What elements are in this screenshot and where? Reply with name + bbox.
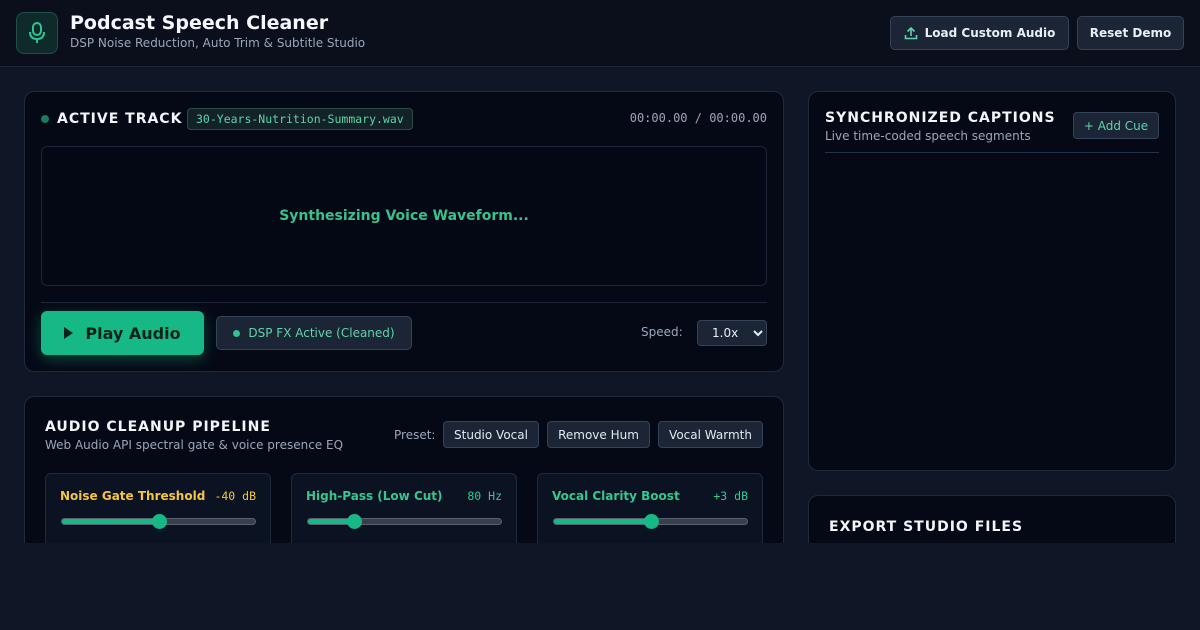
- noise-gate-slider-thumb[interactable]: [151, 514, 167, 529]
- noise-gate-slider[interactable]: [61, 514, 256, 529]
- export-title: EXPORT STUDIO FILES: [829, 519, 1024, 535]
- play-audio-label: Play Audio: [85, 323, 181, 343]
- export-studio-files-panel: EXPORT STUDIO FILES: [808, 495, 1176, 543]
- fx-status-dot: [233, 329, 241, 337]
- preset-vocal-warmth-button[interactable]: Vocal Warmth: [658, 421, 763, 448]
- vocal-clarity-label: Vocal Clarity Boost: [552, 489, 680, 503]
- waveform-canvas[interactable]: Synthesizing Voice Waveform...: [41, 146, 767, 286]
- captions-title: SYNCHRONIZED CAPTIONS: [825, 110, 1056, 126]
- audio-cleanup-pipeline-panel: AUDIO CLEANUP PIPELINE Web Audio API spe…: [24, 396, 784, 543]
- noise-gate-label: Noise Gate Threshold: [60, 489, 206, 503]
- app-logo: [16, 12, 58, 54]
- speed-label: Speed:: [641, 325, 683, 339]
- reset-demo-button[interactable]: Reset Demo: [1077, 16, 1184, 50]
- captions-subtitle: Live time-coded speech segments: [825, 129, 1031, 143]
- high-pass-label: High-Pass (Low Cut): [306, 489, 443, 503]
- captions-divider: [825, 152, 1159, 153]
- dsp-fx-label: DSP FX Active (Cleaned): [248, 326, 395, 340]
- vocal-clarity-slider-thumb[interactable]: [643, 514, 659, 529]
- microphone-icon: [29, 22, 45, 43]
- preset-label: Preset:: [394, 428, 436, 442]
- dsp-fx-toggle[interactable]: DSP FX Active (Cleaned): [216, 316, 412, 350]
- pipeline-subtitle: Web Audio API spectral gate & voice pres…: [45, 438, 344, 452]
- upload-icon: [904, 26, 917, 40]
- high-pass-slider[interactable]: [307, 514, 502, 529]
- vocal-clarity-control: Vocal Clarity Boost +3 dB: [537, 473, 763, 543]
- vocal-clarity-slider-fill: [554, 519, 651, 524]
- noise-gate-control: Noise Gate Threshold -40 dB: [45, 473, 271, 543]
- play-icon: [64, 327, 74, 339]
- noise-gate-value: -40 dB: [214, 489, 256, 503]
- app-header: Podcast Speech Cleaner DSP Noise Reducti…: [0, 0, 1200, 67]
- vocal-clarity-value: +3 dB: [713, 489, 748, 503]
- speed-select[interactable]: 1.0x: [697, 320, 767, 346]
- high-pass-value: 80 Hz: [467, 489, 502, 503]
- playback-time-readout: 00:00.00 / 00:00.00: [629, 111, 767, 125]
- noise-gate-slider-fill: [62, 519, 159, 524]
- track-filename-badge: 30-Years-Nutrition-Summary.wav: [187, 108, 413, 130]
- load-custom-audio-label: Load Custom Audio: [924, 26, 1056, 40]
- active-track-label: ACTIVE TRACK: [57, 111, 183, 127]
- pipeline-title: AUDIO CLEANUP PIPELINE: [45, 419, 271, 435]
- preset-studio-vocal-button[interactable]: Studio Vocal: [443, 421, 539, 448]
- track-divider: [41, 302, 767, 303]
- active-track-panel: ACTIVE TRACK 30-Years-Nutrition-Summary.…: [24, 91, 784, 372]
- high-pass-slider-thumb[interactable]: [347, 514, 363, 529]
- add-cue-button[interactable]: + Add Cue: [1073, 112, 1159, 139]
- waveform-status-text: Synthesizing Voice Waveform...: [279, 208, 529, 224]
- track-status-dot: [41, 115, 49, 123]
- app-subtitle: DSP Noise Reduction, Auto Trim & Subtitl…: [70, 36, 366, 50]
- high-pass-control: High-Pass (Low Cut) 80 Hz: [291, 473, 517, 543]
- load-custom-audio-button[interactable]: Load Custom Audio: [890, 16, 1069, 50]
- vocal-clarity-slider[interactable]: [553, 514, 748, 529]
- main-content: ACTIVE TRACK 30-Years-Nutrition-Summary.…: [0, 67, 1200, 543]
- synchronized-captions-panel: SYNCHRONIZED CAPTIONS Live time-coded sp…: [808, 91, 1176, 471]
- app-title: Podcast Speech Cleaner: [70, 12, 329, 34]
- preset-remove-hum-button[interactable]: Remove Hum: [547, 421, 650, 448]
- play-audio-button[interactable]: Play Audio: [41, 311, 204, 355]
